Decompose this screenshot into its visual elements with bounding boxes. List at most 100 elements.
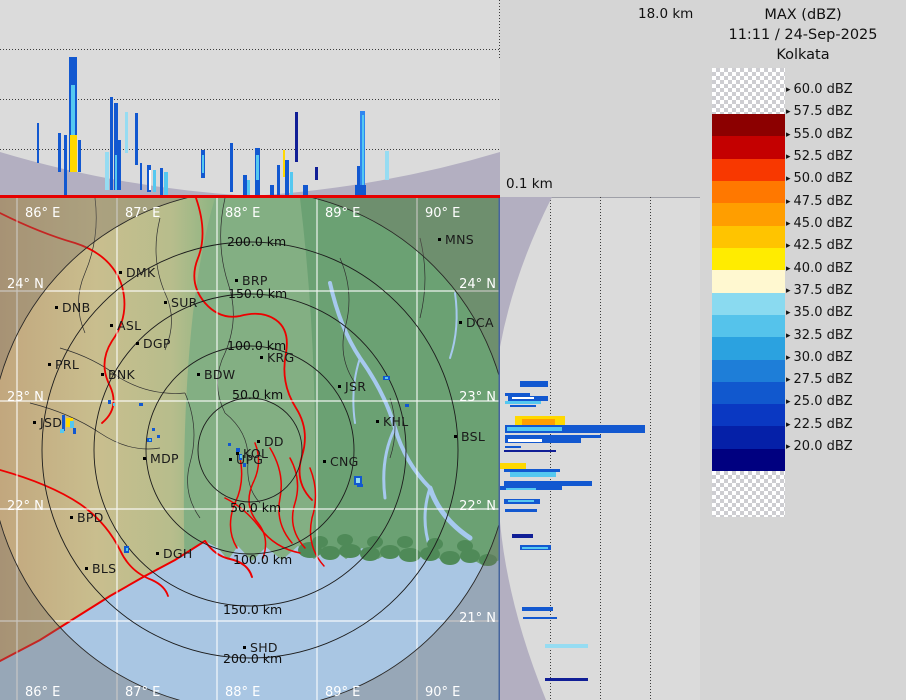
scale-label: 42.5 dBZ bbox=[793, 238, 853, 254]
scale-label-row: ▸ 57.5 dBZ bbox=[786, 104, 853, 119]
echo-bar bbox=[256, 155, 259, 180]
radar-echo bbox=[139, 403, 143, 406]
city-dot-icon bbox=[33, 421, 36, 424]
city-marker: JSD bbox=[33, 415, 62, 430]
radar-echo bbox=[108, 400, 111, 404]
city-code: PRL bbox=[55, 357, 80, 372]
city-dot-icon bbox=[85, 567, 88, 570]
range-ring-label: 100.0 km bbox=[233, 552, 293, 567]
city-code: ASL bbox=[117, 318, 142, 333]
echo-bar bbox=[153, 170, 156, 192]
range-ring-label: 150.0 km bbox=[228, 286, 288, 301]
radar-echo bbox=[126, 548, 128, 551]
scale-tick-arrow-icon: ▸ bbox=[786, 174, 791, 185]
scale-label: 40.0 dBZ bbox=[793, 260, 853, 276]
echo-bar bbox=[505, 446, 521, 448]
city-dot-icon bbox=[260, 356, 263, 359]
city-marker: BPD bbox=[70, 510, 104, 525]
city-marker: SUR bbox=[164, 295, 198, 310]
city-dot-icon bbox=[243, 646, 246, 649]
scale-label-row: ▸ 35.0 dBZ bbox=[786, 305, 853, 320]
scale-label-row: ▸ 45.0 dBZ bbox=[786, 216, 853, 231]
range-ring-label: 200.0 km bbox=[227, 234, 287, 249]
ew-profile-bars bbox=[0, 0, 500, 197]
city-code: KHL bbox=[383, 414, 409, 429]
echo-bar bbox=[58, 133, 61, 172]
echo-bar bbox=[290, 172, 293, 196]
radar-echo bbox=[243, 463, 246, 467]
scale-label: 60.0 dBZ bbox=[793, 82, 853, 97]
city-code: BDW bbox=[204, 367, 236, 382]
echo-bar bbox=[523, 617, 557, 619]
scale-tick-arrow-icon: ▸ bbox=[786, 218, 791, 229]
scale-label-row: ▸ 37.5 dBZ bbox=[786, 283, 853, 298]
city-marker: BNK bbox=[101, 367, 135, 382]
scale-label: 57.5 dBZ bbox=[793, 104, 853, 120]
radar-echo bbox=[152, 428, 155, 431]
city-marker: MNS bbox=[438, 232, 474, 247]
city-dot-icon bbox=[438, 238, 441, 241]
radar-echo bbox=[73, 428, 76, 434]
scale-tick-arrow-icon: ▸ bbox=[786, 241, 791, 252]
scale-tick-arrow-icon: ▸ bbox=[786, 85, 791, 95]
city-code: DMK bbox=[126, 265, 156, 280]
scale-label-row: ▸ 27.5 dBZ bbox=[786, 372, 853, 387]
city-code: BRP bbox=[242, 273, 268, 288]
echo-bar bbox=[504, 450, 556, 452]
city-dot-icon bbox=[338, 385, 341, 388]
echo-bar bbox=[510, 405, 536, 407]
radar-echo bbox=[385, 377, 388, 379]
scale-tick-arrow-icon: ▸ bbox=[786, 196, 791, 207]
echo-bar bbox=[520, 381, 548, 387]
echo-bar bbox=[507, 427, 562, 431]
city-dot-icon bbox=[143, 457, 146, 460]
longitude-label: 88° E bbox=[225, 206, 261, 221]
echo-bar bbox=[522, 547, 548, 549]
city-dot-icon bbox=[229, 458, 232, 461]
city-dot-icon bbox=[70, 516, 73, 519]
radar-echo bbox=[149, 439, 151, 441]
latitude-label: 24° N bbox=[459, 277, 496, 292]
scale-label-row: ▸ 25.0 dBZ bbox=[786, 394, 853, 409]
scale-tick-arrow-icon: ▸ bbox=[786, 397, 791, 408]
scale-label-row: ▸ 20.0 dBZ bbox=[786, 439, 853, 454]
city-dot-icon bbox=[136, 342, 139, 345]
city-marker: DGP bbox=[136, 336, 171, 351]
longitude-label: 86° E bbox=[25, 685, 61, 700]
city-dot-icon bbox=[459, 321, 462, 324]
echo-bar bbox=[522, 607, 553, 611]
scale-tick-arrow-icon: ▸ bbox=[786, 107, 791, 118]
scale-label-row: ▸ 22.5 dBZ bbox=[786, 417, 853, 432]
city-marker: JSR bbox=[338, 379, 366, 394]
echo-bar bbox=[385, 151, 389, 180]
city-code: DGH bbox=[163, 546, 193, 561]
scale-label-row: ▸ 42.5 dBZ bbox=[786, 238, 853, 253]
radar-map-panel: 86° E 86° E 87° E 87° E 88° E 88° E 89° E 89° E… bbox=[0, 198, 500, 700]
city-marker: DCA bbox=[459, 315, 494, 330]
echo-bar bbox=[125, 112, 128, 153]
radar-echo bbox=[357, 484, 363, 487]
latitude-label: 22° N bbox=[459, 499, 496, 514]
city-dot-icon bbox=[110, 324, 113, 327]
legend-panel: MAX (dBZ) 11:11 / 24-Sep-2025 Kolkata ▸ 6… bbox=[700, 0, 906, 700]
city-marker: KHL bbox=[376, 414, 408, 429]
range-ring-label: 150.0 km bbox=[223, 602, 283, 617]
radar-echo bbox=[60, 429, 64, 433]
city-marker: DNB bbox=[55, 300, 90, 315]
city-marker: DGH bbox=[156, 546, 193, 561]
city-code: MNS bbox=[445, 232, 474, 247]
radar-echo bbox=[157, 435, 160, 438]
radar-echo bbox=[113, 403, 115, 406]
city-code: SHD bbox=[250, 640, 278, 655]
latitude-label: 22° N bbox=[7, 499, 44, 514]
scale-label: 52.5 dBZ bbox=[793, 148, 853, 164]
range-ring-label: 50.0 km bbox=[232, 387, 284, 402]
ns-profile-bars bbox=[500, 197, 700, 700]
city-code: SUR bbox=[171, 295, 198, 310]
city-dot-icon bbox=[197, 373, 200, 376]
echo-bar bbox=[510, 472, 556, 477]
radar-echo bbox=[405, 404, 409, 407]
scale-label-row: ▸ 50.0 dBZ bbox=[786, 171, 853, 186]
city-marker: PRL bbox=[48, 357, 79, 372]
echo-bar bbox=[160, 168, 163, 195]
